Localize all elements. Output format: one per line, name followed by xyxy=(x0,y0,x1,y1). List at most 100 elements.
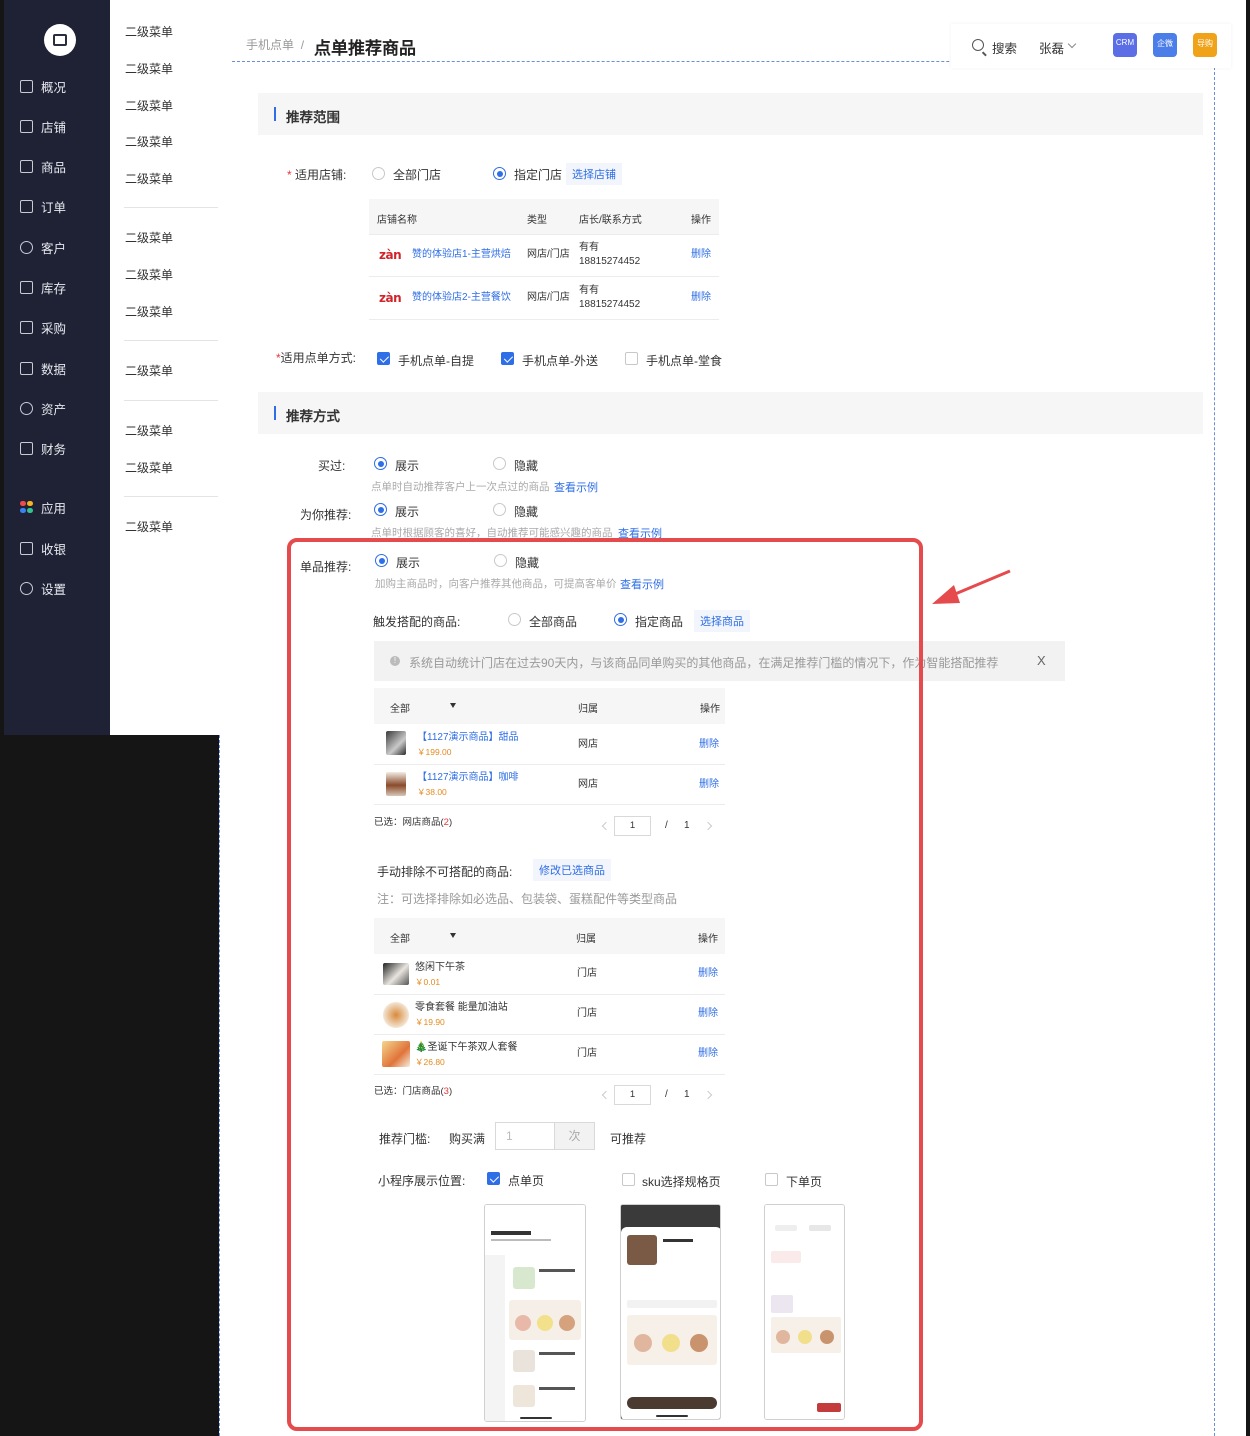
bought-example-link[interactable]: 查看示例 xyxy=(554,479,598,495)
row-divider xyxy=(369,319,719,320)
radio-all-stores-label[interactable]: 全部门店 xyxy=(393,166,441,183)
search-icon[interactable] xyxy=(972,39,984,51)
for-you-label: 为你推荐: xyxy=(300,508,352,522)
column-header: 店长/联系方式 xyxy=(579,215,642,226)
sidebar-item-product[interactable]: 商品 xyxy=(4,152,110,180)
wecom-app-icon[interactable]: 企微 xyxy=(1153,33,1177,57)
annotation-arrow-icon xyxy=(932,569,1011,604)
delete-store-button[interactable]: 删除 xyxy=(691,248,711,262)
radio-bought-show-label[interactable]: 展示 xyxy=(395,457,419,474)
guide-app-icon[interactable]: 导购 xyxy=(1193,33,1217,57)
search-button[interactable]: 搜索 xyxy=(992,38,1017,57)
store-name-link[interactable]: 赞的体验店1-主营烘焙 xyxy=(412,248,511,262)
submenu-item[interactable]: 二级菜单 xyxy=(125,459,173,476)
sidebar-item-finance[interactable]: 财务 xyxy=(4,434,110,462)
sidebar-item-inventory[interactable]: 库存 xyxy=(4,273,110,301)
submenu-item[interactable]: 二级菜单 xyxy=(125,362,173,379)
breadcrumb[interactable]: 手机点单 / xyxy=(246,36,304,53)
cashier-icon xyxy=(20,541,33,555)
bought-hint: 点单时自动推荐客户上一次点过的商品 xyxy=(371,481,550,493)
primary-sidebar: 概况 店铺 商品 订单 客户 库存 采购 数据 资产 财务 应用 收银 设置 xyxy=(4,0,110,735)
submenu-divider xyxy=(124,207,218,208)
sidebar-item-apps[interactable]: 应用 xyxy=(4,493,110,521)
checkbox-self-pickup-label[interactable]: 手机点单-自提 xyxy=(398,352,474,369)
store-brand-logo: zàn xyxy=(379,291,402,305)
user-menu[interactable]: 张磊 xyxy=(1039,38,1064,57)
apps-icon xyxy=(20,500,33,514)
sidebar-item-overview[interactable]: 概况 xyxy=(4,72,110,100)
section-header-method: 推荐方式 xyxy=(258,392,1203,434)
sidebar-item-store[interactable]: 店铺 xyxy=(4,112,110,140)
sidebar-item-data[interactable]: 数据 xyxy=(4,354,110,382)
radio-for-you-show-label[interactable]: 展示 xyxy=(395,503,419,520)
store-type: 网店/门店 xyxy=(527,292,570,303)
inventory-icon xyxy=(20,280,33,294)
store-field-label: * 适用店铺: xyxy=(287,168,347,182)
crm-app-icon[interactable]: CRM xyxy=(1113,33,1137,57)
guide-line xyxy=(219,735,220,1436)
submenu-divider xyxy=(124,340,218,341)
submenu-divider xyxy=(124,496,218,497)
checkbox-self-pickup[interactable] xyxy=(377,352,390,365)
store-type: 网店/门店 xyxy=(527,249,570,260)
store-phone: 18815274452 xyxy=(579,256,641,267)
radio-all-stores[interactable] xyxy=(372,167,385,180)
sidebar-item-settings[interactable]: 设置 xyxy=(4,574,110,602)
radio-specified-stores[interactable] xyxy=(493,167,506,180)
row-divider xyxy=(369,276,719,277)
finance-icon xyxy=(20,441,33,455)
close-icon[interactable]: X xyxy=(1037,653,1046,668)
submenu-item[interactable]: 二级菜单 xyxy=(125,23,173,40)
checkbox-delivery-label[interactable]: 手机点单-外送 xyxy=(522,352,598,369)
overview-icon xyxy=(20,79,33,93)
checkbox-delivery[interactable] xyxy=(501,352,514,365)
submenu-item[interactable]: 二级菜单 xyxy=(125,229,173,246)
checkbox-dine-in[interactable] xyxy=(625,352,638,365)
radio-bought-show[interactable] xyxy=(374,457,387,470)
guide-line xyxy=(1214,62,1215,1436)
highlight-box xyxy=(287,538,923,1431)
store-name-link[interactable]: 赞的体验店2-主营餐饮 xyxy=(412,291,511,305)
radio-bought-hide-label[interactable]: 隐藏 xyxy=(514,457,538,474)
radio-for-you-show[interactable] xyxy=(374,503,387,516)
sidebar-item-purchase[interactable]: 采购 xyxy=(4,313,110,341)
product-bag-icon xyxy=(20,159,33,173)
store-icon xyxy=(20,119,33,133)
row-divider xyxy=(369,234,719,235)
app-logo[interactable] xyxy=(44,24,76,56)
store-manager: 有有 xyxy=(579,285,599,296)
submenu-item[interactable]: 二级菜单 xyxy=(125,303,173,320)
order-method-label: *适用点单方式: xyxy=(276,351,357,365)
submenu-item[interactable]: 二级菜单 xyxy=(125,518,173,535)
store-manager: 有有 xyxy=(579,242,599,253)
column-header: 类型 xyxy=(527,215,547,226)
submenu-item[interactable]: 二级菜单 xyxy=(125,266,173,283)
sidebar-item-asset[interactable]: 资产 xyxy=(4,394,110,422)
column-header: 店铺名称 xyxy=(377,215,417,226)
radio-bought-hide[interactable] xyxy=(493,457,506,470)
secondary-menu: 二级菜单 二级菜单 二级菜单 二级菜单 二级菜单 二级菜单 二级菜单 二级菜单 … xyxy=(110,0,232,735)
sidebar-item-order[interactable]: 订单 xyxy=(4,192,110,220)
submenu-item[interactable]: 二级菜单 xyxy=(125,60,173,77)
delete-store-button[interactable]: 删除 xyxy=(691,291,711,305)
customer-icon xyxy=(20,240,33,254)
submenu-item[interactable]: 二级菜单 xyxy=(125,170,173,187)
order-icon xyxy=(20,199,33,213)
checkbox-dine-in-label[interactable]: 手机点单-堂食 xyxy=(646,352,722,369)
select-store-button[interactable]: 选择店铺 xyxy=(566,163,622,185)
radio-for-you-hide-label[interactable]: 隐藏 xyxy=(514,503,538,520)
data-chart-icon xyxy=(20,361,33,375)
submenu-item[interactable]: 二级菜单 xyxy=(125,97,173,114)
purchase-icon xyxy=(20,320,33,334)
submenu-item[interactable]: 二级菜单 xyxy=(125,133,173,150)
radio-for-you-hide[interactable] xyxy=(493,503,506,516)
radio-specified-stores-label[interactable]: 指定门店 xyxy=(514,166,562,183)
store-phone: 18815274452 xyxy=(579,299,641,310)
submenu-divider xyxy=(124,400,218,401)
settings-gear-icon xyxy=(20,581,33,595)
page-title: 点单推荐商品 xyxy=(314,39,416,58)
submenu-item[interactable]: 二级菜单 xyxy=(125,422,173,439)
sidebar-item-customer[interactable]: 客户 xyxy=(4,233,110,261)
sidebar-item-cashier[interactable]: 收银 xyxy=(4,534,110,562)
column-header: 操作 xyxy=(691,215,711,226)
